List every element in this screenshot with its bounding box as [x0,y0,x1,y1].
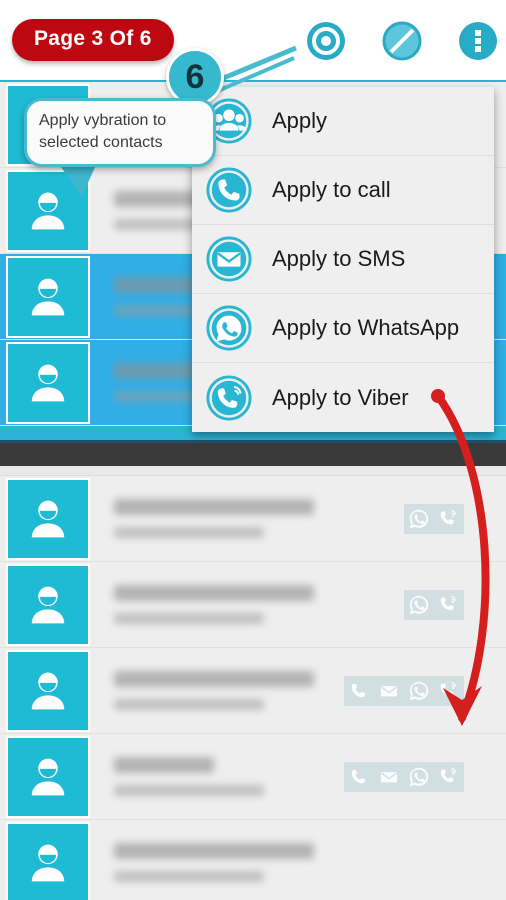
avatar [6,821,90,900]
envelope-icon[interactable] [374,762,404,792]
menu-item-label: Apply to call [272,177,391,202]
whatsapp-icon [206,305,252,351]
phone-icon[interactable] [344,762,374,792]
contact-meta: Jawad Karamat Dar +61 7380 881234 [98,585,404,624]
contact-actions [404,589,464,620]
contact-name: Jawad Karamat Dar [114,671,314,687]
contact-number: +60 2334 665668 [114,871,264,882]
coachmark-tooltip: Apply vybration to selected contacts [24,98,216,168]
viber-icon[interactable] [434,504,464,534]
list-header-strip [0,466,506,476]
menu-item-apply-to-viber[interactable]: Apply to Viber [192,363,494,432]
contact-row[interactable]: Jawad Karamat Dar +61 4289 631736 [0,476,506,562]
menu-item-apply-to-call[interactable]: Apply to call [192,156,494,225]
contact-actions [344,761,464,792]
contact-number: +60 2334 665668 [114,785,264,796]
contact-meta: Jawad Karamat Dar +60 2334 665668 [98,843,506,882]
block-slash-icon[interactable] [382,21,422,61]
avatar [6,255,90,338]
menu-item-label: Apply to Viber [272,384,409,410]
phone-icon [206,167,252,213]
menu-item-label: Apply to SMS [272,246,406,271]
contact-list-bottom[interactable]: Jawad Karamat Dar+61 4289 631736Jawad Ka… [0,476,506,900]
viber-icon[interactable] [434,676,464,706]
contact-row[interactable]: Jawad Karamat Dar +60 2334 665668 [0,820,506,900]
avatar [6,477,90,560]
contact-row[interactable]: Jawad Karamat Dar +61 7380 881234 [0,562,506,648]
contact-actions [344,675,464,706]
overflow-menu-icon[interactable] [458,21,498,61]
whatsapp-icon[interactable] [404,590,434,620]
contact-number: +60 6428 687557 [114,699,264,710]
contact-meta: Jawad Karamat Dar +60 6428 687557 [98,671,344,710]
contact-number: +61 4289 631736 [114,527,264,538]
contact-meta: Jawad Karamat Dar +61 4289 631736 [98,499,404,538]
record-target-icon[interactable] [306,21,346,61]
avatar [6,735,90,818]
avatar [6,341,90,424]
viber-icon [206,374,252,421]
viber-icon[interactable] [434,590,464,620]
top-bar: Page 3 Of 6 [0,0,506,80]
menu-item-apply-to-sms[interactable]: Apply to SMS [192,225,494,294]
avatar [6,563,90,646]
menu-item-apply-to-whatsapp[interactable]: Apply to WhatsApp [192,294,494,363]
menu-item-label: Apply to WhatsApp [272,315,460,340]
avatar [6,649,90,732]
contact-number: +61 7380 881234 [114,613,264,624]
whatsapp-icon[interactable] [404,504,434,534]
envelope-icon [206,236,252,282]
coachmark-tooltip-text: Apply vybration to selected contacts [39,112,167,151]
page-badge: Page 3 Of 6 [12,19,174,61]
whatsapp-icon[interactable] [404,762,434,792]
viber-icon[interactable] [434,762,464,792]
contact-row[interactable]: Jawad Karamat Dar +60 6428 687557 [0,648,506,734]
contact-name: Jawad Karamat Dar [114,585,314,601]
contact-name: Jawad Karamat Dar [114,499,314,515]
section-divider-band [0,440,506,466]
menu-item-label: Apply [272,108,328,133]
toolbar [306,21,498,61]
contact-row[interactable]: Kamal Ali +60 2334 665668 [0,734,506,820]
apply-popup-menu[interactable]: Apply Apply to call Apply to SMS Apply to W… [192,87,494,432]
contact-actions [404,503,464,534]
screen-root: Page 3 Of 6 Jawad Karamat Dar+61 7089 88… [0,0,506,900]
envelope-icon[interactable] [374,676,404,706]
contact-meta: Kamal Ali +60 2334 665668 [98,757,344,796]
contact-name: Kamal Ali [114,757,214,773]
whatsapp-icon[interactable] [404,676,434,706]
contact-name: Jawad Karamat Dar [114,843,314,859]
phone-icon[interactable] [344,676,374,706]
menu-item-apply[interactable]: Apply [192,87,494,156]
